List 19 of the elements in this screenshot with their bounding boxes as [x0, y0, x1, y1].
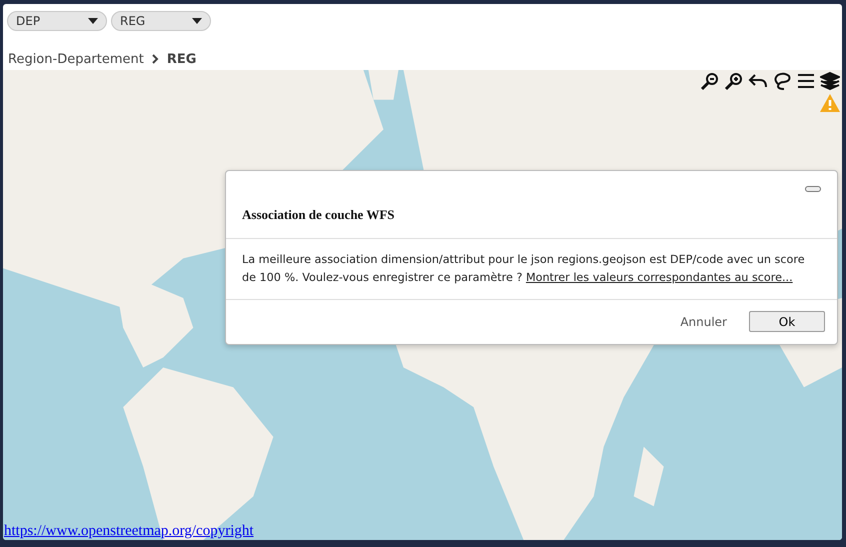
chevron-icon [152, 54, 159, 64]
zoom-in-icon[interactable] [724, 71, 744, 91]
lasso-icon[interactable] [772, 71, 792, 91]
dialog-title: Association de couche WFS [242, 207, 396, 223]
layers-icon[interactable] [820, 71, 840, 91]
caret-icon [88, 18, 98, 24]
copyright-link[interactable]: https://www.openstreetmap.org/copyright [4, 523, 254, 540]
ok-button[interactable]: Ok [749, 311, 825, 332]
cancel-button[interactable]: Annuler [674, 314, 733, 330]
menu-icon[interactable] [796, 71, 816, 91]
layer-select[interactable]: REG [111, 11, 211, 31]
layer-select[interactable]: DEP [7, 11, 107, 31]
dialog-message: La meilleure association dimension/attribut pour le json regions.geojson est DEP/code avec un score de 100 %. Voulez-vous enregistrer ce paramètre ? Montrer les valeurs correspondantes au score... [242, 252, 806, 286]
breadcrumb-current: REG [166, 52, 196, 66]
zoom-out-icon[interactable] [700, 71, 720, 91]
breadcrumb-link[interactable]: Region-Departement [8, 52, 144, 66]
show-values-link[interactable]: Montrer les valeurs correspondantes au score... [526, 271, 793, 284]
minimize-button[interactable] [805, 186, 821, 192]
caret-icon [192, 18, 202, 24]
